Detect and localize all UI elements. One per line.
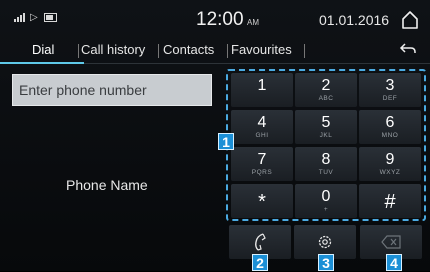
phone-number-input[interactable]: [19, 82, 207, 98]
tab-divider: [158, 44, 159, 58]
phone-name: Phone Name: [66, 177, 148, 193]
key-0[interactable]: 0 +: [295, 184, 357, 218]
clock-time: 12:00: [196, 9, 244, 30]
backspace-icon: [381, 235, 401, 249]
signal-icon: [14, 13, 25, 22]
key-digit: 0: [321, 188, 331, 205]
battery-icon: [43, 13, 57, 22]
key-digit: 3: [385, 77, 395, 94]
key-digit: 9: [385, 151, 395, 168]
key-2[interactable]: 2 ABC: [295, 73, 357, 107]
key-8[interactable]: 8 TUV: [295, 147, 357, 181]
key-star[interactable]: *: [231, 184, 293, 218]
clock-ampm: AM: [247, 18, 259, 27]
key-6[interactable]: 6 MNO: [359, 110, 421, 144]
key-digit: *: [258, 191, 266, 213]
key-letters: JKL: [319, 132, 333, 139]
clock-date: 01.01.2016: [319, 12, 390, 28]
tab-bar: Dial Call history Contacts Favourites: [0, 38, 430, 64]
dial-keypad: 1 2 ABC 3 DEF 4 GHI 5 JKL 6 MNO 7 PQRS 8 TUV 9W…: [226, 69, 426, 221]
key-1[interactable]: 1: [231, 73, 293, 107]
key-digit: 6: [385, 114, 395, 131]
back-button[interactable]: [399, 41, 417, 62]
active-tab-indicator: [0, 62, 84, 64]
key-5[interactable]: 5 JKL: [295, 110, 357, 144]
key-letters: MNO: [381, 132, 399, 139]
key-letters: PQRS: [251, 169, 273, 176]
key-letters: WXYZ: [379, 169, 401, 176]
key-digit: 5: [321, 114, 331, 131]
key-digit: 8: [321, 151, 331, 168]
home-button[interactable]: [396, 7, 424, 33]
key-letters: GHI: [255, 132, 269, 139]
key-letters: TUV: [318, 169, 334, 176]
callout-marker: 3: [318, 254, 334, 271]
key-letters: DEF: [382, 95, 398, 102]
phone-number-field[interactable]: [12, 74, 212, 106]
key-letters: ABC: [318, 95, 334, 102]
phone-handset-icon: [255, 233, 266, 251]
bluetooth-icon: ▷: [30, 12, 39, 23]
tab-favourites[interactable]: Favourites: [231, 42, 292, 64]
tab-divider: [304, 44, 305, 58]
tab-call-history[interactable]: Call history: [81, 42, 145, 64]
back-arrow-icon: [399, 43, 416, 53]
status-icons: ▷: [14, 12, 57, 23]
callout-marker: 2: [252, 254, 268, 271]
tab-divider: [227, 44, 228, 58]
tab-divider: [78, 44, 79, 58]
home-icon: [402, 11, 418, 29]
callout-marker: 1: [218, 133, 234, 150]
key-letters: +: [323, 206, 329, 213]
callout-marker: 4: [386, 254, 402, 271]
gear-icon: [318, 235, 332, 249]
key-9[interactable]: 9 WXYZ: [359, 147, 421, 181]
key-digit: 7: [257, 151, 267, 168]
key-digit: 4: [257, 114, 267, 131]
key-digit: 2: [321, 77, 331, 94]
key-hash[interactable]: #: [359, 184, 421, 218]
key-digit: #: [384, 191, 396, 213]
key-4[interactable]: 4 GHI: [231, 110, 293, 144]
key-7[interactable]: 7 PQRS: [231, 147, 293, 181]
tab-contacts[interactable]: Contacts: [163, 42, 214, 64]
key-digit: 1: [257, 77, 267, 94]
tab-dial[interactable]: Dial: [32, 42, 54, 64]
key-3[interactable]: 3 DEF: [359, 73, 421, 107]
